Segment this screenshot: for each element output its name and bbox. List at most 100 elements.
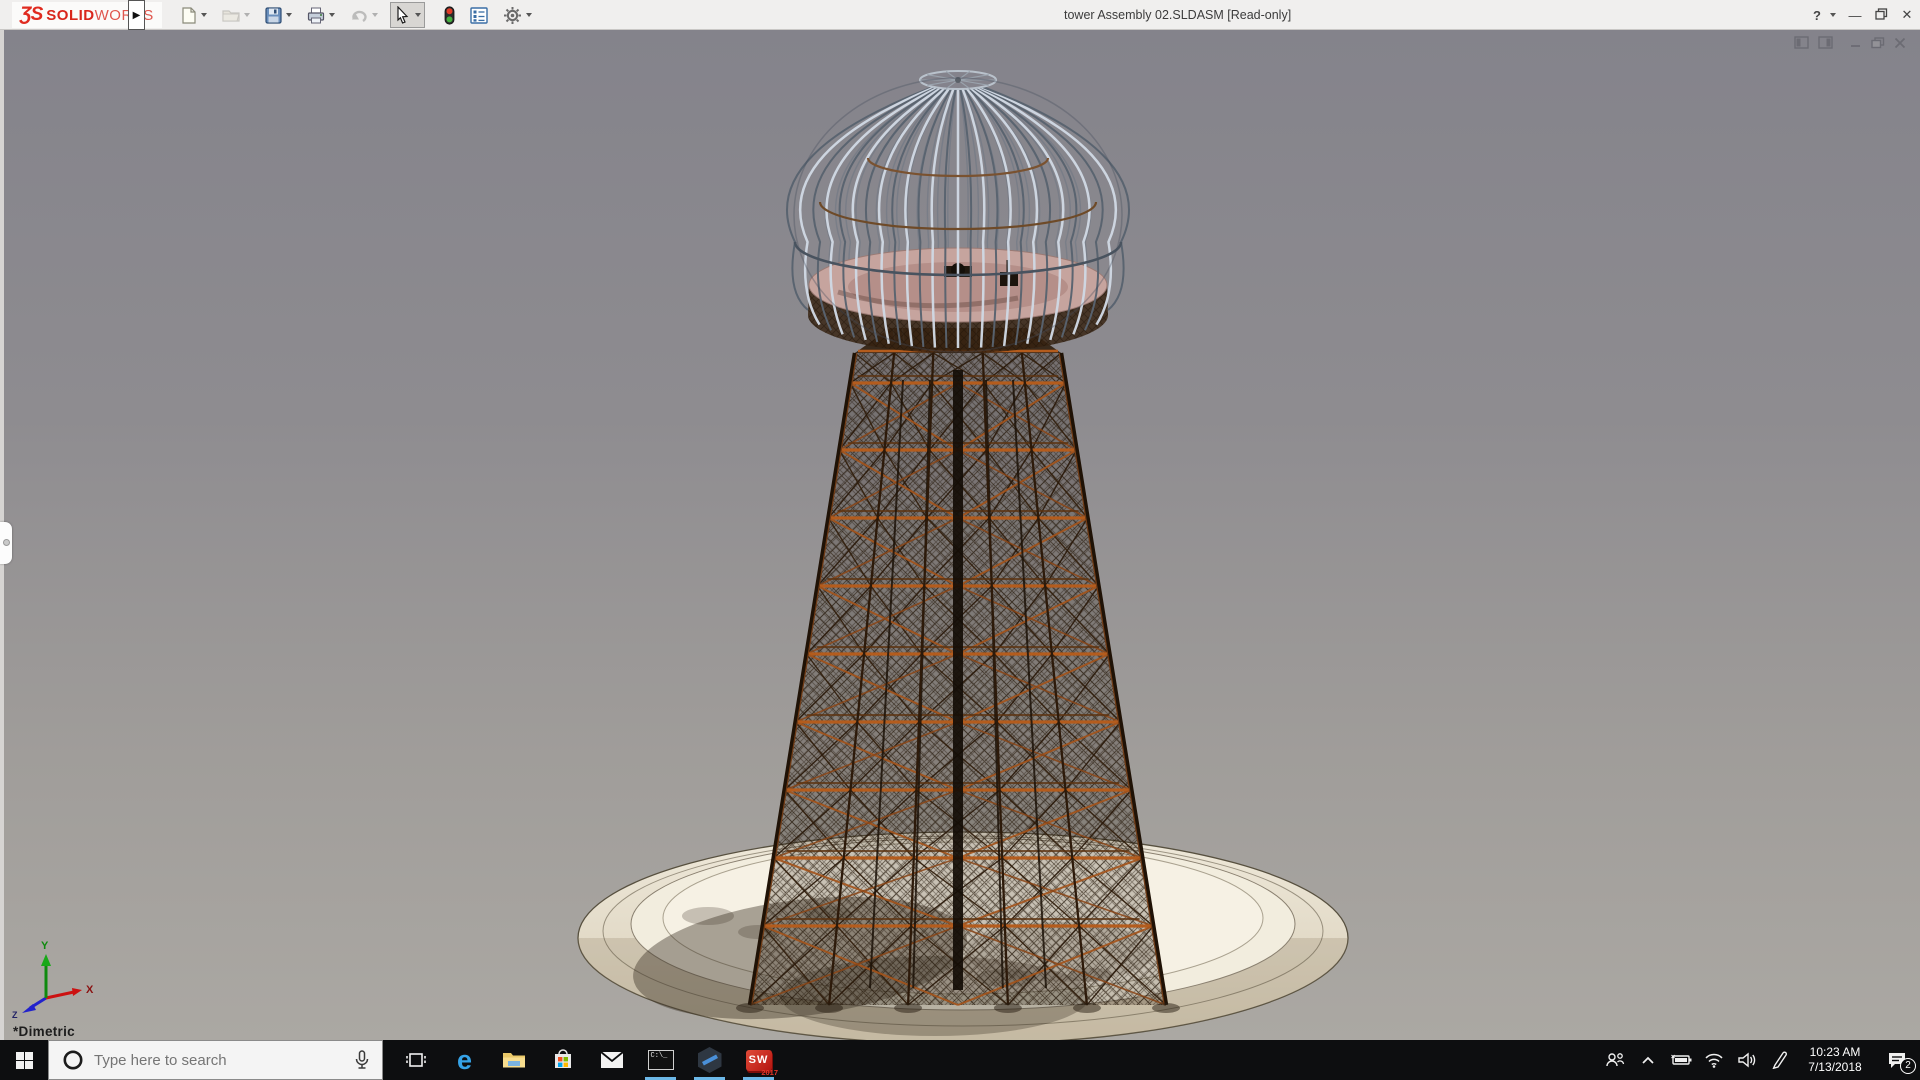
volume-button[interactable] (1730, 1040, 1763, 1080)
pen-icon (1771, 1051, 1787, 1069)
menu-flyout-button[interactable]: ▶ (128, 0, 145, 30)
dropdown-arrow-icon[interactable] (526, 13, 532, 17)
feature-tree-collapsed-tab[interactable] (0, 522, 12, 564)
window-controls: ? — ✕ (1804, 0, 1920, 30)
logo-text-solid: SOLID (46, 6, 95, 24)
new-document-button[interactable] (177, 2, 210, 28)
cortana-icon (63, 1050, 83, 1070)
undo-icon (352, 10, 367, 23)
help-dropdown-arrow-icon[interactable] (1830, 13, 1836, 17)
taskbar-search[interactable] (48, 1040, 383, 1080)
volume-icon (1737, 1052, 1755, 1068)
orientation-triad: Y X Z (8, 940, 98, 1026)
file-explorer-icon (502, 1053, 525, 1068)
windows-taskbar: e (0, 1040, 1920, 1080)
file-properties-icon (470, 6, 488, 24)
chevron-up-icon (1641, 1056, 1654, 1064)
search-input[interactable] (94, 1051, 354, 1069)
solidworks-2017-button[interactable]: SW 2017 (734, 1040, 783, 1080)
restore-button[interactable] (1868, 7, 1894, 23)
system-tray: 10:23 AM 7/13/2018 2 (1598, 1040, 1920, 1080)
store-icon (554, 1049, 571, 1068)
sw-year: 2017 (761, 1068, 778, 1077)
pane-left-icon[interactable] (1794, 36, 1809, 49)
print-icon (307, 7, 325, 23)
people-icon (1605, 1053, 1624, 1067)
windows-logo-icon (15, 1051, 33, 1069)
task-view-button[interactable] (391, 1040, 440, 1080)
hidden-icons-button[interactable] (1631, 1040, 1664, 1080)
document-title: tower Assembly 02.SLDASM [Read-only] (1064, 8, 1292, 22)
triad-z-label: Z (12, 1010, 18, 1020)
open-folder-icon (222, 10, 240, 22)
select-cursor-icon (397, 6, 409, 24)
rebuild-button[interactable] (441, 2, 458, 28)
command-prompt-icon: C:\_ (647, 1050, 674, 1070)
notification-badge: 2 (1900, 1058, 1916, 1074)
help-button[interactable]: ? (1804, 8, 1830, 23)
pen-button[interactable] (1763, 1040, 1796, 1080)
new-document-icon (182, 6, 196, 24)
graphics-viewport[interactable]: Y X Z *Dimetric (0, 30, 1920, 1040)
doc-restore-icon[interactable] (1871, 36, 1885, 49)
electrode-dome (786, 70, 1130, 353)
dropdown-arrow-icon[interactable] (329, 13, 335, 17)
triad-x-label: X (86, 984, 94, 996)
view-orientation-label: *Dimetric (13, 1024, 75, 1039)
minimize-button[interactable]: — (1842, 8, 1868, 23)
print-button[interactable] (304, 2, 338, 28)
file-properties-button[interactable] (467, 2, 491, 28)
taskbar-clock[interactable]: 10:23 AM 7/13/2018 (1796, 1045, 1874, 1075)
hexagon-app-button[interactable] (685, 1040, 734, 1080)
start-button[interactable] (0, 1040, 48, 1080)
sw-letters: SW (748, 1054, 769, 1066)
clock-date: 7/13/2018 (1808, 1060, 1862, 1074)
task-view-icon (405, 1053, 426, 1067)
document-window-controls (1794, 36, 1906, 49)
dropdown-arrow-icon (372, 13, 378, 17)
file-explorer-button[interactable] (489, 1040, 538, 1080)
battery-icon (1670, 1054, 1691, 1065)
save-icon (265, 6, 282, 24)
triad-axes-icon (22, 954, 82, 1013)
mail-button[interactable] (587, 1040, 636, 1080)
close-button[interactable]: ✕ (1894, 7, 1920, 23)
restore-icon (1874, 7, 1887, 20)
wifi-icon (1704, 1053, 1723, 1068)
store-button[interactable] (538, 1040, 587, 1080)
command-prompt-button[interactable]: C:\_ (636, 1040, 685, 1080)
flyout-arrow-icon: ▶ (132, 9, 141, 21)
network-button[interactable] (1697, 1040, 1730, 1080)
action-center-button[interactable]: 2 (1874, 1040, 1920, 1080)
mail-icon (599, 1051, 624, 1068)
edge-icon: e (456, 1045, 473, 1075)
options-gear-icon (504, 6, 521, 24)
edge-button[interactable]: e (440, 1040, 489, 1080)
dropdown-arrow-icon[interactable] (286, 13, 292, 17)
people-button[interactable] (1598, 1040, 1631, 1080)
dropdown-arrow-icon[interactable] (201, 13, 207, 17)
open-button (219, 2, 253, 28)
clock-time: 10:23 AM (1809, 1045, 1861, 1059)
cmd-prompt-text: C:\_ (650, 1052, 668, 1060)
hexagon-app-icon (697, 1047, 722, 1073)
tower-lattice (736, 328, 1180, 1013)
tab-knob-icon (3, 539, 10, 546)
save-button[interactable] (262, 2, 295, 28)
hexagon-slash (701, 1054, 718, 1066)
doc-close-icon[interactable] (1894, 37, 1906, 49)
screen: ƷS SOLID WORKS ▶ tower Assembly 02.SLDAS… (0, 0, 1920, 1080)
microphone-icon[interactable] (354, 1050, 370, 1070)
doc-minimize-icon[interactable] (1850, 37, 1862, 49)
options-button[interactable] (500, 2, 535, 28)
title-bar: ƷS SOLID WORKS ▶ tower Assembly 02.SLDAS… (0, 0, 1920, 30)
tesla-tower-model (577, 70, 1349, 1040)
taskbar-apps: e C:\_ SW 2017 (391, 1040, 783, 1080)
standard-toolbar (168, 0, 535, 30)
dropdown-arrow-icon (244, 13, 250, 17)
dropdown-arrow-icon[interactable] (415, 13, 421, 17)
battery-button[interactable] (1664, 1040, 1697, 1080)
select-button[interactable] (390, 2, 425, 28)
ds-logo-mark: ƷS (20, 4, 43, 25)
pane-right-icon[interactable] (1818, 36, 1833, 49)
